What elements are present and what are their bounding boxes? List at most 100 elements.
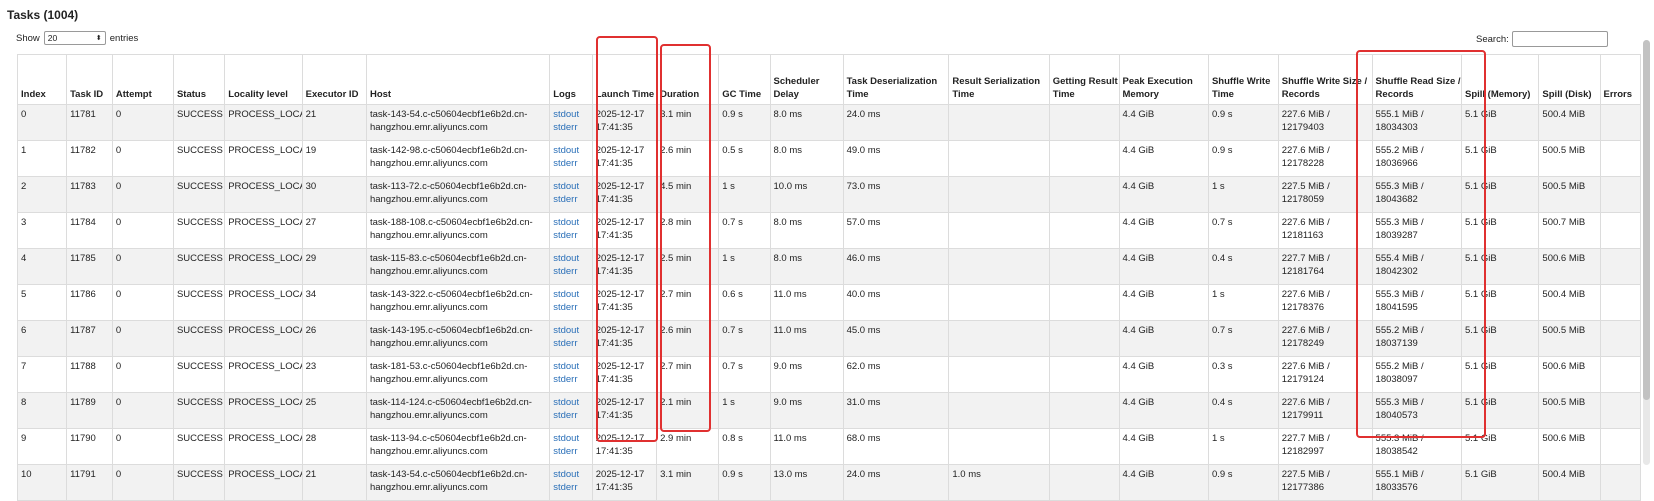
cell-scheduler-delay: 11.0 ms bbox=[769, 428, 844, 465]
stdout-link[interactable]: stdout bbox=[553, 217, 579, 228]
cell-shuffle-write-time: 0.4 s bbox=[1207, 248, 1279, 285]
stderr-link[interactable]: stderr bbox=[553, 302, 577, 313]
column-header-host[interactable]: Host bbox=[365, 54, 551, 105]
column-header-shuffle-write-size[interactable]: Shuffle Write Size / Records bbox=[1277, 54, 1373, 105]
column-header-spill-memory[interactable]: Spill (Memory) bbox=[1460, 54, 1540, 105]
cell-executor-id: 26 bbox=[301, 320, 367, 357]
column-header-shuffle-write-time[interactable]: Shuffle Write Time bbox=[1207, 54, 1279, 105]
column-header-attempt[interactable]: Attempt bbox=[111, 54, 174, 105]
cell-attempt: 0 bbox=[111, 176, 174, 213]
stderr-link[interactable]: stderr bbox=[553, 482, 577, 493]
cell-result-serialization-time bbox=[948, 392, 1050, 429]
cell-gc-time: 1 s bbox=[718, 248, 771, 285]
cell-peak-execution-memory: 4.4 GiB bbox=[1118, 428, 1209, 465]
stderr-link[interactable]: stderr bbox=[553, 374, 577, 385]
column-header-task-deserialization-time[interactable]: Task Deserialization Time bbox=[842, 54, 950, 105]
cell-spill-disk: 500.5 MiB bbox=[1538, 320, 1601, 357]
cell-peak-execution-memory: 4.4 GiB bbox=[1118, 176, 1209, 213]
cell-spill-disk: 500.7 MiB bbox=[1538, 212, 1601, 249]
stderr-link[interactable]: stderr bbox=[553, 410, 577, 421]
cell-task-id: 11790 bbox=[66, 428, 113, 465]
cell-gc-time: 0.5 s bbox=[718, 140, 771, 177]
search-input[interactable] bbox=[1511, 31, 1608, 47]
cell-scheduler-delay: 10.0 ms bbox=[769, 176, 844, 213]
page-size-select[interactable]: 20 ⬍ bbox=[43, 31, 106, 45]
stderr-link[interactable]: stderr bbox=[553, 122, 577, 133]
column-header-spill-disk[interactable]: Spill (Disk) bbox=[1538, 54, 1601, 105]
cell-shuffle-write-size: 227.7 MiB / 12181764 bbox=[1277, 248, 1373, 285]
cell-peak-execution-memory: 4.4 GiB bbox=[1118, 248, 1209, 285]
scrollbar-thumb[interactable] bbox=[1643, 40, 1650, 400]
column-header-getting-result-time[interactable]: Getting Result Time bbox=[1048, 54, 1120, 105]
column-header-shuffle-read-size[interactable]: Shuffle Read Size / Records bbox=[1371, 54, 1462, 105]
cell-getting-result-time bbox=[1048, 140, 1120, 177]
cell-host: task-143-54.c-c50604ecbf1e6b2d.cn-hangzh… bbox=[365, 104, 551, 141]
cell-result-serialization-time bbox=[948, 284, 1050, 321]
column-header-locality-level[interactable]: Locality level bbox=[224, 54, 303, 105]
column-header-index[interactable]: Index bbox=[16, 54, 68, 105]
cell-attempt: 0 bbox=[111, 140, 174, 177]
stdout-link[interactable]: stdout bbox=[553, 325, 579, 336]
stderr-link[interactable]: stderr bbox=[553, 230, 577, 241]
cell-errors bbox=[1599, 248, 1641, 285]
stdout-link[interactable]: stdout bbox=[553, 181, 579, 192]
stderr-link[interactable]: stderr bbox=[553, 338, 577, 349]
column-header-gc-time[interactable]: GC Time bbox=[718, 54, 771, 105]
stdout-link[interactable]: stdout bbox=[553, 397, 579, 408]
column-header-peak-execution-memory[interactable]: Peak Execution Memory bbox=[1118, 54, 1209, 105]
cell-locality-level: PROCESS_LOCAL bbox=[224, 104, 303, 141]
cell-result-serialization-time bbox=[948, 212, 1050, 249]
cell-logs: stdout stderr bbox=[549, 284, 593, 321]
column-header-duration[interactable]: Duration bbox=[656, 54, 720, 105]
cell-status: SUCCESS bbox=[172, 176, 226, 213]
stdout-link[interactable]: stdout bbox=[553, 145, 579, 156]
stderr-link[interactable]: stderr bbox=[553, 194, 577, 205]
cell-locality-level: PROCESS_LOCAL bbox=[224, 248, 303, 285]
cell-scheduler-delay: 8.0 ms bbox=[769, 140, 844, 177]
cell-host: task-114-124.c-c50604ecbf1e6b2d.cn-hangz… bbox=[365, 392, 551, 429]
stderr-link[interactable]: stderr bbox=[553, 266, 577, 277]
cell-shuffle-write-time: 1 s bbox=[1207, 176, 1279, 213]
table-row: 1117820SUCCESSPROCESS_LOCAL19task-142-98… bbox=[16, 140, 1641, 177]
cell-duration: 2.9 min bbox=[656, 428, 720, 465]
stdout-link[interactable]: stdout bbox=[553, 253, 579, 264]
cell-shuffle-read-size: 555.1 MiB / 18034303 bbox=[1371, 104, 1462, 141]
cell-duration: 2.5 min bbox=[656, 248, 720, 285]
cell-spill-memory: 5.1 GiB bbox=[1460, 140, 1540, 177]
stdout-link[interactable]: stdout bbox=[553, 289, 579, 300]
cell-task-id: 11784 bbox=[66, 212, 113, 249]
cell-executor-id: 27 bbox=[301, 212, 367, 249]
cell-shuffle-write-size: 227.7 MiB / 12182997 bbox=[1277, 428, 1373, 465]
column-header-scheduler-delay[interactable]: Scheduler Delay bbox=[769, 54, 844, 105]
column-header-logs[interactable]: Logs bbox=[549, 54, 593, 105]
cell-result-serialization-time bbox=[948, 104, 1050, 141]
column-header-errors[interactable]: Errors bbox=[1599, 54, 1641, 105]
stderr-link[interactable]: stderr bbox=[553, 158, 577, 169]
cell-getting-result-time bbox=[1048, 176, 1120, 213]
cell-locality-level: PROCESS_LOCAL bbox=[224, 356, 303, 393]
cell-host: task-143-322.c-c50604ecbf1e6b2d.cn-hangz… bbox=[365, 284, 551, 321]
cell-duration: 2.7 min bbox=[656, 356, 720, 393]
column-header-executor-id[interactable]: Executor ID bbox=[301, 54, 367, 105]
stdout-link[interactable]: stdout bbox=[553, 469, 579, 480]
column-header-launch-time[interactable]: Launch Time bbox=[591, 54, 658, 105]
cell-shuffle-write-time: 0.3 s bbox=[1207, 356, 1279, 393]
cell-launch-time: 2025-12-17 17:41:35 bbox=[591, 392, 658, 429]
cell-shuffle-read-size: 555.3 MiB / 18039287 bbox=[1371, 212, 1462, 249]
cell-logs: stdout stderr bbox=[549, 356, 593, 393]
column-header-task-id[interactable]: Task ID bbox=[66, 54, 113, 105]
cell-launch-time: 2025-12-17 17:41:35 bbox=[591, 320, 658, 357]
stderr-link[interactable]: stderr bbox=[553, 446, 577, 457]
stdout-link[interactable]: stdout bbox=[553, 361, 579, 372]
column-header-result-serialization-time[interactable]: Result Serialization Time bbox=[948, 54, 1050, 105]
cell-logs: stdout stderr bbox=[549, 248, 593, 285]
table-row: 5117860SUCCESSPROCESS_LOCAL34task-143-32… bbox=[16, 284, 1641, 321]
cell-shuffle-read-size: 555.2 MiB / 18036966 bbox=[1371, 140, 1462, 177]
vertical-scrollbar[interactable] bbox=[1643, 40, 1650, 465]
stdout-link[interactable]: stdout bbox=[553, 109, 579, 120]
stdout-link[interactable]: stdout bbox=[553, 433, 579, 444]
cell-duration: 2.6 min bbox=[656, 320, 720, 357]
column-header-status[interactable]: Status bbox=[172, 54, 226, 105]
cell-launch-time: 2025-12-17 17:41:35 bbox=[591, 140, 658, 177]
cell-index: 2 bbox=[16, 176, 68, 213]
